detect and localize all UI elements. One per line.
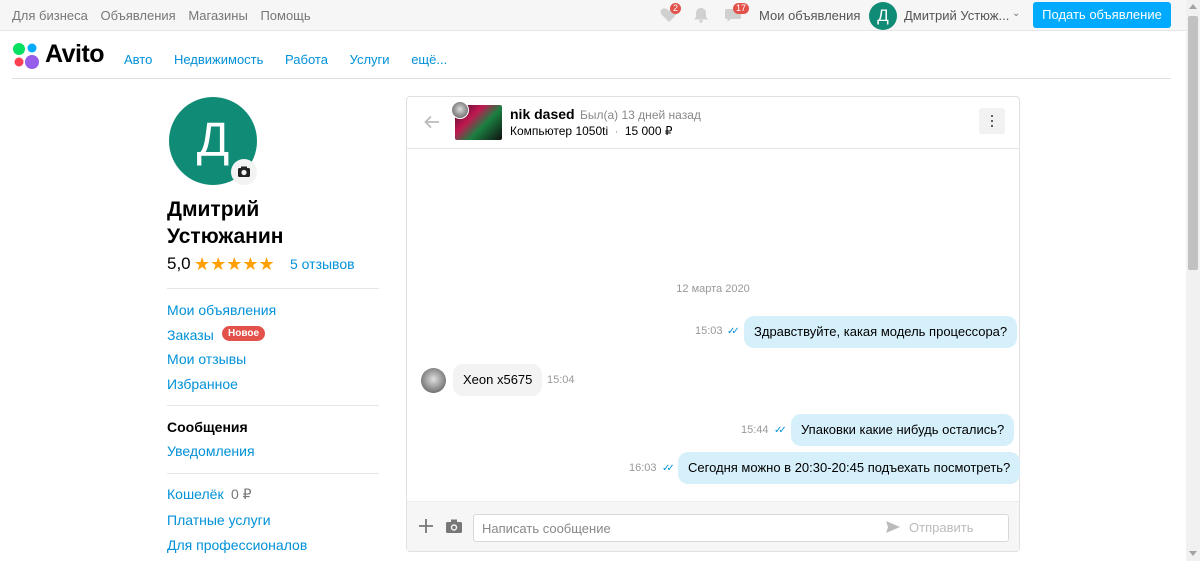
nav-jobs[interactable]: Работа: [285, 52, 328, 67]
sidebar-divider: [167, 288, 379, 289]
username-menu[interactable]: Дмитрий Устюж...: [904, 8, 1009, 23]
scrollbar-thumb[interactable]: [1188, 16, 1198, 270]
send-button[interactable]: Отправить: [886, 520, 974, 535]
message-bubble-out[interactable]: Здравствуйте, какая модель процессора?: [744, 316, 1018, 348]
back-arrow-icon[interactable]: [423, 113, 441, 131]
sidebar-item-wallet[interactable]: Кошелёк: [167, 486, 224, 502]
read-ticks-icon: ✓✓: [727, 326, 740, 337]
sidebar-item-favorites[interactable]: Избранное: [167, 376, 238, 392]
sidebar-divider: [167, 405, 379, 406]
sidebar-item-paid-services[interactable]: Платные услуги: [167, 512, 271, 528]
scroll-down-arrow-icon[interactable]: [1189, 551, 1197, 556]
message-bubble-out[interactable]: Сегодня можно в 20:30-20:45 подъехать по…: [678, 452, 1021, 484]
my-ads-top-link[interactable]: Мои объявления: [759, 8, 860, 23]
send-label: Отправить: [909, 520, 974, 535]
peer-mini-avatar: [451, 101, 469, 119]
page-scrollbar[interactable]: [1186, 0, 1200, 561]
plus-icon[interactable]: [417, 517, 435, 535]
messages-count-badge: 17: [733, 3, 750, 14]
message-time: 15:44: [741, 424, 769, 436]
send-icon: [886, 521, 900, 533]
message-bubble-out[interactable]: Упаковки какие нибудь остались?: [791, 414, 1015, 446]
top-link-business[interactable]: Для бизнеса: [12, 8, 88, 23]
avito-logo-text: Avito: [45, 40, 105, 68]
read-ticks-icon: ✓✓: [774, 425, 787, 436]
rating-stars: ★★★★★: [194, 254, 275, 274]
top-link-help[interactable]: Помощь: [260, 8, 310, 23]
profile-last-name: Устюжанин: [167, 225, 284, 248]
message-time: 15:03: [695, 325, 723, 337]
chat-menu-button[interactable]: [979, 108, 1005, 134]
peer-name[interactable]: nik dased: [510, 106, 575, 122]
top-link-ads[interactable]: Объявления: [100, 8, 175, 23]
peer-avatar: [421, 368, 446, 393]
nav-auto[interactable]: Авто: [124, 52, 152, 67]
sidebar-divider: [167, 473, 379, 474]
profile-first-name: Дмитрий: [167, 198, 260, 221]
top-link-shops[interactable]: Магазины: [188, 8, 248, 23]
chat-composer: Отправить: [407, 501, 1019, 551]
nav-more[interactable]: ещё...: [411, 52, 447, 67]
sidebar-item-for-pros[interactable]: Для профессионалов: [167, 537, 307, 553]
camera-icon[interactable]: [445, 518, 463, 534]
sidebar-item-messages[interactable]: Сообщения: [167, 419, 248, 435]
sidebar-item-my-reviews[interactable]: Мои отзывы: [167, 351, 246, 367]
scroll-up-arrow-icon[interactable]: [1189, 4, 1197, 9]
profile-name: Дмитрий Устюжанин: [167, 196, 367, 250]
top-links: Для бизнеса Объявления Магазины Помощь: [12, 8, 320, 23]
item-name: Компьютер 1050ti: [510, 124, 609, 138]
sidebar-item-my-ads[interactable]: Мои объявления: [167, 302, 276, 318]
avito-logo-icon: [13, 43, 39, 69]
peer-status: Был(а) 13 дней назад: [580, 108, 701, 122]
main-nav: Авто Недвижимость Работа Услуги ещё...: [124, 52, 465, 67]
chat-panel: nik dased Был(а) 13 дней назад Компьютер…: [406, 96, 1021, 552]
new-badge: Новое: [222, 326, 266, 341]
item-price: 15 000 ₽: [624, 124, 673, 138]
message-bubble-in[interactable]: Xeon x5675: [453, 364, 543, 396]
message-time: 16:03: [629, 462, 657, 474]
sidebar-item-notifications[interactable]: Уведомления: [167, 443, 255, 459]
user-avatar[interactable]: Д: [869, 2, 897, 30]
nav-services[interactable]: Услуги: [350, 52, 390, 67]
read-ticks-icon: ✓✓: [662, 463, 675, 474]
post-ad-button[interactable]: Подать объявление: [1033, 2, 1171, 28]
rating-value: 5,0: [167, 254, 191, 273]
top-bar: Для бизнеса Объявления Магазины Помощь 2…: [0, 0, 1186, 31]
wallet-balance: 0 ₽: [231, 486, 252, 502]
header-divider: [12, 78, 1171, 79]
notifications-bell-icon[interactable]: [692, 7, 710, 23]
change-photo-button[interactable]: [231, 159, 257, 185]
reviews-link[interactable]: 5 отзывов: [290, 256, 355, 272]
sidebar-item-orders[interactable]: Заказы: [167, 327, 214, 343]
item-title[interactable]: Компьютер 1050ti · 15 000 ₽: [510, 124, 673, 138]
message-time: 15:04: [547, 374, 575, 386]
item-separator: ·: [614, 124, 619, 138]
nav-realty[interactable]: Недвижимость: [174, 52, 263, 67]
chat-header: nik dased Был(а) 13 дней назад Компьютер…: [407, 97, 1019, 149]
chevron-down-icon[interactable]: ⌄: [1012, 8, 1020, 19]
date-separator: 12 марта 2020: [676, 283, 750, 295]
camera-icon: [238, 166, 250, 177]
favorites-count-badge: 2: [670, 3, 682, 14]
